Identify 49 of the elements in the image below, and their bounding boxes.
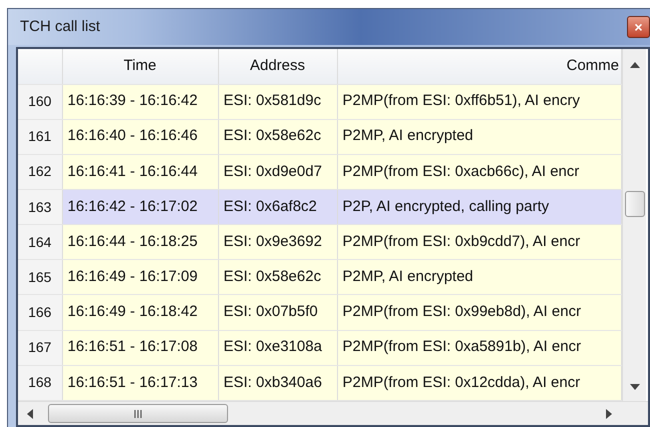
time-cell: 16:16:51 - 16:17:13 bbox=[62, 365, 218, 400]
column-header[interactable]: Comme bbox=[337, 49, 622, 84]
scroll-thumb[interactable] bbox=[48, 404, 228, 423]
time-cell: 16:16:49 - 16:17:09 bbox=[62, 260, 218, 295]
time-cell: 16:16:39 - 16:16:42 bbox=[62, 84, 218, 120]
row-number: 164 bbox=[18, 224, 62, 260]
scroll-left-icon[interactable] bbox=[26, 408, 34, 420]
address-cell: ESI: 0x9e3692 bbox=[218, 224, 337, 260]
row-number: 166 bbox=[18, 294, 62, 330]
time-cell: 16:16:49 - 16:18:42 bbox=[62, 294, 218, 330]
column-header[interactable]: Address bbox=[218, 49, 337, 84]
row-number: 168 bbox=[18, 365, 62, 400]
comment-cell: P2MP(from ESI: 0x99eb8d), AI encr bbox=[337, 294, 622, 330]
time-cell: 16:16:42 - 16:17:02 bbox=[62, 189, 218, 225]
address-cell: ESI: 0x581d9c bbox=[218, 84, 337, 120]
row-number: 163 bbox=[18, 189, 62, 225]
time-cell: 16:16:44 - 16:18:25 bbox=[62, 224, 218, 260]
scroll-thumb[interactable] bbox=[625, 191, 645, 217]
row-number: 162 bbox=[18, 154, 62, 190]
scroll-up-icon[interactable] bbox=[629, 61, 641, 69]
comment-cell: P2P, AI encrypted, calling party bbox=[337, 189, 622, 225]
address-cell: ESI: 0xb340a6 bbox=[218, 365, 337, 400]
scroll-down-icon[interactable] bbox=[629, 383, 641, 391]
grip-icon bbox=[134, 410, 143, 418]
comment-cell: P2MP(from ESI: 0xb9cdd7), AI encr bbox=[337, 224, 622, 260]
horizontal-scrollbar[interactable] bbox=[18, 401, 648, 425]
column-header[interactable]: Time bbox=[62, 49, 218, 84]
address-cell: ESI: 0x6af8c2 bbox=[218, 189, 337, 225]
address-cell: ESI: 0xe3108a bbox=[218, 330, 337, 366]
row-number: 167 bbox=[18, 330, 62, 366]
address-cell: ESI: 0x58e62c bbox=[218, 119, 337, 154]
address-cell: ESI: 0x07b5f0 bbox=[218, 294, 337, 330]
time-cell: 16:16:41 - 16:16:44 bbox=[62, 154, 218, 190]
comment-cell: P2MP(from ESI: 0xff6b51), AI encry bbox=[337, 84, 622, 120]
address-cell: ESI: 0xd9e0d7 bbox=[218, 154, 337, 190]
window-title: TCH call list bbox=[20, 16, 100, 37]
address-cell: ESI: 0x58e62c bbox=[218, 260, 337, 295]
vertical-scrollbar[interactable] bbox=[622, 49, 646, 401]
comment-cell: P2MP, AI encrypted bbox=[337, 119, 622, 154]
row-number: 160 bbox=[18, 84, 62, 120]
comment-cell: P2MP(from ESI: 0xa5891b), AI encr bbox=[337, 330, 622, 366]
comment-cell: P2MP(from ESI: 0x12cdda), AI encr bbox=[337, 365, 622, 400]
row-number: 161 bbox=[18, 119, 62, 154]
comment-cell: P2MP, AI encrypted bbox=[337, 260, 622, 295]
scroll-right-icon[interactable] bbox=[605, 408, 613, 420]
time-cell: 16:16:40 - 16:16:46 bbox=[62, 119, 218, 154]
comment-cell: P2MP(from ESI: 0xacb66c), AI encr bbox=[337, 154, 622, 190]
time-cell: 16:16:51 - 16:17:08 bbox=[62, 330, 218, 366]
row-number: 165 bbox=[18, 260, 62, 295]
